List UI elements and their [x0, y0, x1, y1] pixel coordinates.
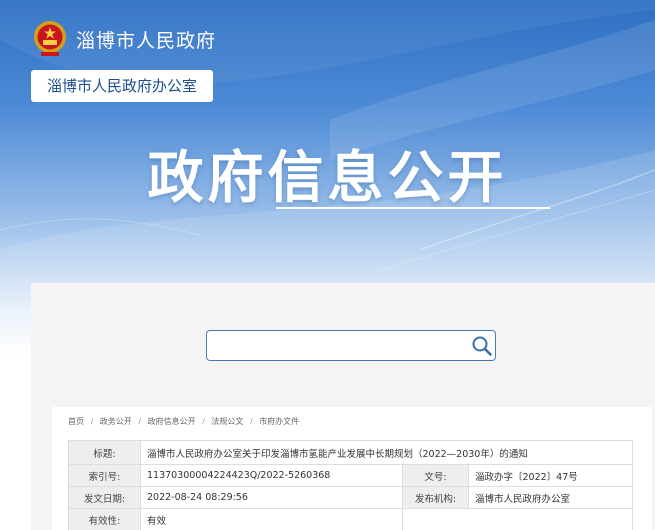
date-value: 2022-08-24 08:29:56 [140, 486, 403, 509]
breadcrumb-home[interactable]: 首页 [68, 417, 84, 426]
empty-cell [402, 508, 633, 530]
breadcrumb-separator: / [249, 417, 253, 426]
site-name[interactable]: 淄博市人民政府 [76, 26, 216, 53]
org-value: 淄博市人民政府办公室 [468, 486, 633, 509]
table-row: 有效性: 有效 [68, 508, 633, 530]
table-row: 索引号: 11370300004224423Q/2022-5260368 文号:… [68, 464, 633, 487]
search-icon[interactable] [471, 335, 493, 357]
search-box[interactable] [206, 330, 496, 361]
breadcrumb: 首页 / 政务公开 / 政府信息公开 / 法规公文 / 市府办文件 [68, 416, 303, 427]
breadcrumb-separator: / [90, 417, 94, 426]
table-row: 发文日期: 2022-08-24 08:29:56 发布机构: 淄博市人民政府办… [68, 486, 633, 509]
breadcrumb-info-disclosure[interactable]: 政府信息公开 [148, 417, 196, 426]
breadcrumb-separator: / [202, 417, 205, 426]
national-emblem-icon[interactable] [32, 19, 68, 57]
breadcrumb-city-docs[interactable]: 市府办文件 [259, 417, 299, 426]
index-label: 索引号: [68, 464, 141, 487]
org-label: 发布机构: [402, 486, 469, 509]
table-row: 标题: 淄博市人民政府办公室关于印发淄博市氢能产业发展中长期规划（2022—20… [68, 440, 633, 465]
document-meta-table: 标题: 淄博市人民政府办公室关于印发淄博市氢能产业发展中长期规划（2022—20… [68, 440, 633, 530]
page-title: 政府信息公开 [147, 146, 508, 211]
doc-no-label: 文号: [402, 464, 469, 487]
breadcrumb-gov-affairs[interactable]: 政务公开 [100, 417, 132, 426]
breadcrumb-regulations[interactable]: 法规公文 [211, 417, 243, 426]
title-value: 淄博市人民政府办公室关于印发淄博市氢能产业发展中长期规划（2022—2030年）… [140, 440, 633, 465]
index-value: 11370300004224423Q/2022-5260368 [140, 464, 403, 487]
date-label: 发文日期: [68, 486, 141, 509]
validity-label: 有效性: [68, 508, 141, 530]
search-input[interactable] [213, 335, 463, 356]
breadcrumb-separator: / [138, 417, 142, 426]
validity-value: 有效 [140, 508, 403, 530]
dept-tag[interactable]: 淄博市人民政府办公室 [31, 70, 213, 102]
doc-no-value: 淄政办字〔2022〕47号 [468, 464, 633, 487]
title-label: 标题: [68, 440, 141, 465]
title-underline [276, 207, 550, 209]
